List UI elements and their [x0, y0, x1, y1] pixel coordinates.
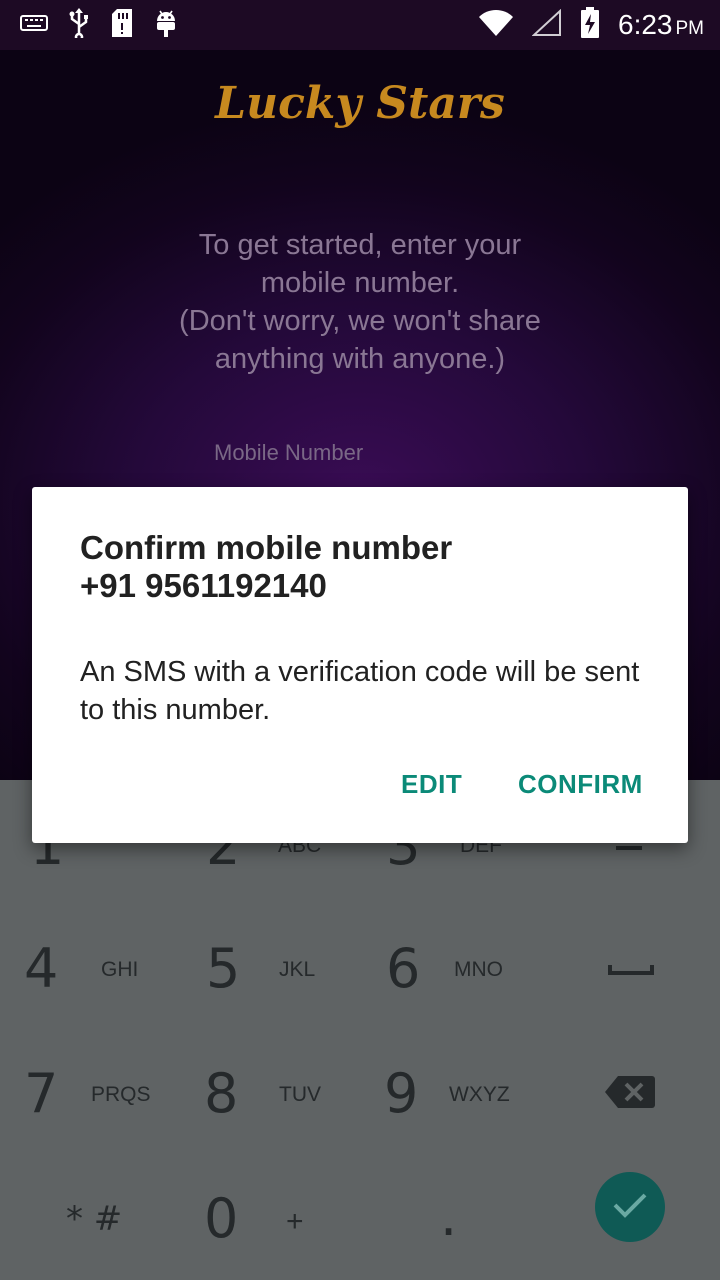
confirm-dialog: Confirm mobile number +91 9561192140 An … [32, 487, 688, 843]
clock: 6:23 PM [618, 9, 704, 40]
key-4[interactable]: 4 GHI [0, 905, 180, 1030]
signal-icon [531, 8, 562, 42]
dialog-message: An SMS with a verification code will be … [80, 656, 640, 726]
battery-charging-icon [580, 6, 600, 44]
key-space[interactable] [540, 905, 720, 1030]
phone-number: +91 9561192140 [80, 567, 327, 604]
backspace-icon [604, 1074, 656, 1115]
key-8[interactable]: 8 TUV [180, 1030, 360, 1155]
key-dot[interactable]: . [360, 1155, 540, 1280]
key-backspace[interactable] [540, 1030, 720, 1155]
checkmark-icon [612, 1191, 648, 1224]
space-icon [608, 963, 654, 981]
dialog-title: Confirm mobile number +91 9561192140 [80, 529, 640, 605]
usb-icon [68, 7, 90, 43]
key-6[interactable]: 6 MNO [360, 905, 540, 1030]
key-star-hash[interactable]: * # [0, 1155, 180, 1280]
confirm-button[interactable]: CONFIRM [518, 769, 643, 800]
status-bar: 6:23 PM [0, 0, 720, 50]
sd-card-icon [110, 8, 134, 43]
keyboard-icon [20, 13, 48, 38]
wifi-icon [478, 9, 514, 42]
dash-icon [616, 846, 642, 850]
edit-button[interactable]: EDIT [401, 769, 462, 800]
done-button[interactable] [595, 1172, 665, 1242]
key-7[interactable]: 7 PRQS [0, 1030, 180, 1155]
key-9[interactable]: 9 WXYZ [360, 1030, 540, 1155]
android-icon [154, 8, 178, 43]
mobile-number-label: Mobile Number [214, 440, 364, 465]
intro-text: To get started, enter your mobile number… [179, 229, 541, 375]
key-5[interactable]: 5 JKL [180, 905, 360, 1030]
app-logo-title: Lucky Stars [215, 78, 505, 129]
key-0[interactable]: 0 + [180, 1155, 360, 1280]
